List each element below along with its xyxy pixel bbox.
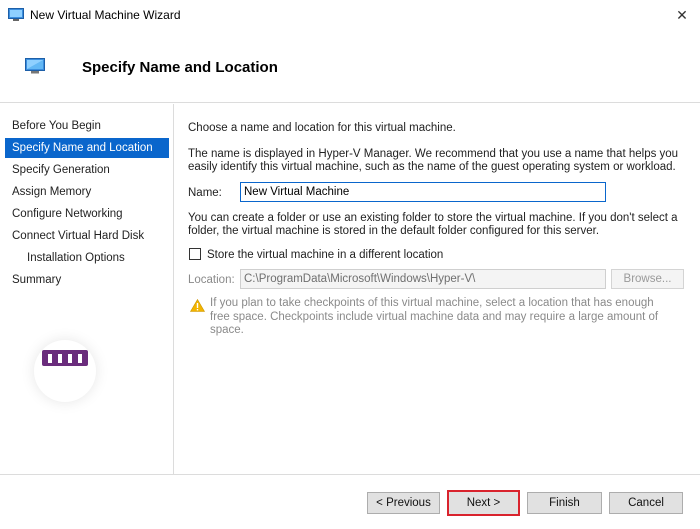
previous-button[interactable]: < Previous — [367, 492, 440, 514]
store-location-checkbox-label[interactable]: Store the virtual machine in a different… — [207, 249, 443, 262]
wizard-header: Specify Name and Location — [0, 30, 700, 103]
hiva-logo — [34, 340, 96, 402]
sidebar-item-summary[interactable]: Summary — [5, 270, 169, 290]
sidebar-item-assign-memory[interactable]: Assign Memory — [5, 182, 169, 202]
virtual-machine-icon — [25, 58, 45, 74]
location-label: Location: — [188, 274, 235, 286]
wizard-footer: < Previous Next > Finish Cancel — [0, 474, 700, 529]
location-input[interactable] — [240, 269, 606, 289]
wizard-steps-sidebar: Before You Begin Specify Name and Locati… — [0, 104, 174, 474]
sidebar-item-connect-virtual-hard-disk[interactable]: Connect Virtual Hard Disk — [5, 226, 169, 246]
sidebar-item-specify-name-and-location[interactable]: Specify Name and Location — [5, 138, 169, 158]
title-bar: New Virtual Machine Wizard ✕ — [0, 0, 700, 30]
window-title: New Virtual Machine Wizard — [30, 8, 181, 22]
intro-text: Choose a name and location for this virt… — [188, 122, 456, 134]
sidebar-item-specify-generation[interactable]: Specify Generation — [5, 160, 169, 180]
hiva-logo-mark — [42, 350, 88, 366]
store-location-checkbox[interactable] — [189, 248, 201, 260]
cancel-button[interactable]: Cancel — [609, 492, 683, 514]
sidebar-item-before-you-begin[interactable]: Before You Begin — [5, 116, 169, 136]
name-label: Name: — [188, 187, 222, 199]
hyper-v-icon — [8, 8, 24, 21]
browse-button[interactable]: Browse... — [611, 269, 684, 289]
checkpoint-warning-text: If you plan to take checkpoints of this … — [210, 297, 659, 336]
close-icon[interactable]: ✕ — [672, 5, 692, 25]
name-input[interactable] — [240, 182, 606, 202]
warning-icon — [190, 299, 205, 312]
page-title: Specify Name and Location — [82, 59, 278, 76]
finish-button[interactable]: Finish — [527, 492, 602, 514]
sidebar-item-configure-networking[interactable]: Configure Networking — [5, 204, 169, 224]
folder-info-text: You can create a folder or use an existi… — [188, 212, 678, 237]
sidebar-item-installation-options[interactable]: Installation Options — [5, 248, 169, 268]
next-button[interactable]: Next > — [447, 490, 520, 516]
name-description: The name is displayed in Hyper-V Manager… — [188, 148, 679, 173]
